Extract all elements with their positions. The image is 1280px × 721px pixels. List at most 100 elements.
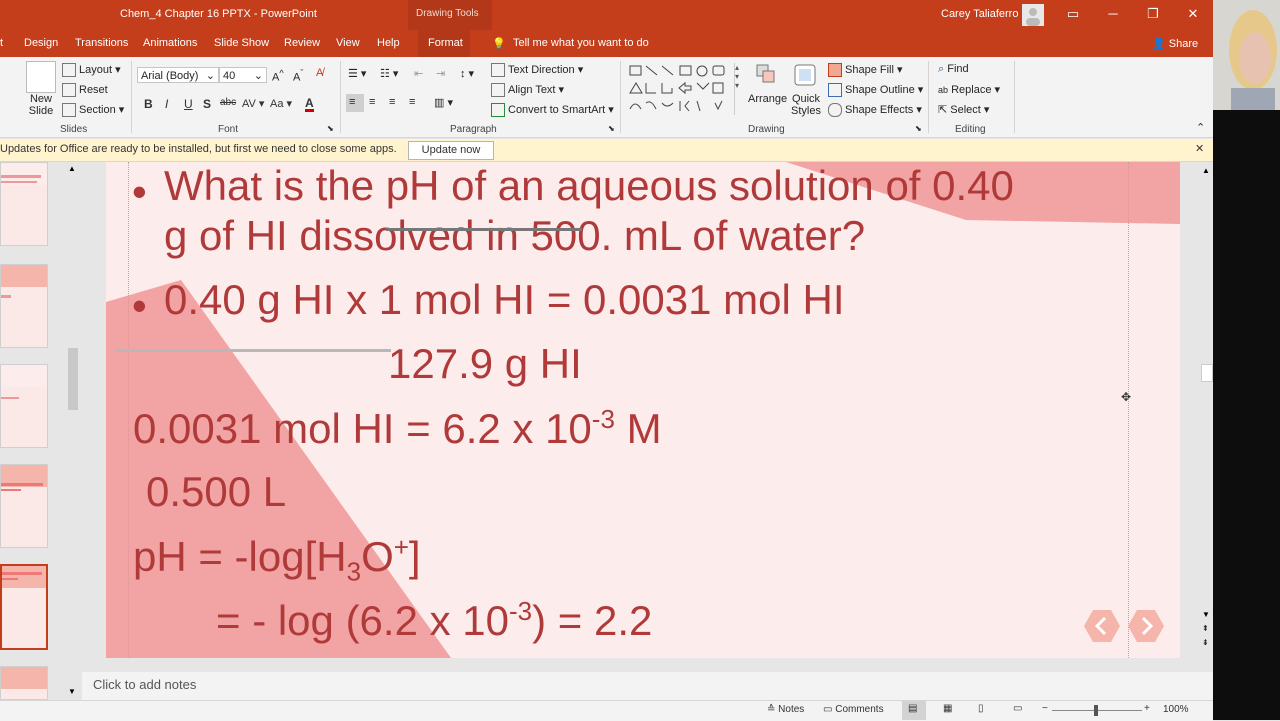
editor-scrollbar[interactable]: ▲ ▼ ⇞ ⇟	[1199, 162, 1213, 652]
shrink-font-icon[interactable]: Aˇ	[293, 68, 303, 84]
spacing-button[interactable]: AV ▾	[242, 97, 264, 110]
zoom-out-icon[interactable]: −	[1042, 703, 1048, 714]
strikethrough-button[interactable]: abc	[220, 97, 236, 108]
quick-styles-button[interactable]: Quick Styles	[789, 93, 823, 117]
text-direction-button[interactable]: Text Direction ▾	[491, 63, 583, 78]
volume-line[interactable]: 0.500 L	[146, 468, 286, 516]
avatar[interactable]	[1022, 4, 1044, 26]
increase-indent-icon[interactable]: ⇥	[436, 67, 445, 80]
scroll-up-icon[interactable]: ▲	[1202, 166, 1210, 175]
scroll-thumb[interactable]	[68, 348, 78, 410]
grow-font-icon[interactable]: A^	[272, 68, 284, 84]
minimize-button[interactable]: ─	[1098, 4, 1128, 24]
align-text-button[interactable]: Align Text ▾	[491, 83, 564, 98]
font-size-combo[interactable]: 40 ⌄	[219, 67, 267, 83]
dialog-launcher-icon[interactable]: ⬊	[915, 124, 922, 133]
calc-line-2[interactable]: 127.9 g HI	[388, 340, 582, 388]
scroll-down-icon[interactable]: ▼	[68, 687, 76, 696]
tab-slide-show[interactable]: Slide Show	[214, 37, 269, 49]
tab-design[interactable]: Design	[24, 37, 58, 49]
slide-sorter-icon[interactable]: ▦	[943, 703, 952, 714]
molarity-line[interactable]: 0.0031 mol HI = 6.2 x 10-3 M	[133, 404, 662, 453]
change-case-button[interactable]: Aa ▾	[270, 97, 292, 110]
restore-button[interactable]: ❐	[1138, 4, 1168, 24]
underline-button[interactable]: U	[184, 97, 193, 111]
next-slide-nav-icon[interactable]: ⇟	[1202, 638, 1209, 647]
calc-line-1[interactable]: 0.40 g HI x 1 mol HI = 0.0031 mol HI	[164, 276, 845, 324]
shape-outline-button[interactable]: Shape Outline ▾	[828, 83, 923, 98]
find-button[interactable]: ⌕ Find	[938, 63, 969, 76]
notes-placeholder[interactable]: Click to add notes	[93, 677, 196, 692]
zoom-level[interactable]: 100%	[1163, 704, 1189, 715]
slide-thumbnail[interactable]	[0, 464, 48, 548]
justify-icon[interactable]: ≡	[409, 96, 415, 108]
notes-pane[interactable]: Click to add notes	[82, 672, 1213, 700]
zoom-in-icon[interactable]: +	[1144, 703, 1150, 714]
shadow-button[interactable]: S	[203, 97, 211, 111]
slide-thumbnail[interactable]	[0, 264, 48, 348]
font-name-combo[interactable]: Arial (Body) ⌄	[137, 67, 219, 83]
next-slide-icon[interactable]	[1128, 608, 1164, 644]
tab-view[interactable]: View	[336, 37, 360, 49]
thumbnail-scrollbar[interactable]: ▲ ▼	[67, 162, 79, 700]
line-spacing-icon[interactable]: ↕ ▾	[460, 67, 474, 80]
layout-button[interactable]: Layout ▾	[62, 63, 121, 78]
italic-button[interactable]: I	[165, 97, 168, 111]
slide-thumbnail[interactable]	[0, 364, 48, 448]
new-slide-icon[interactable]	[26, 61, 56, 93]
decrease-indent-icon[interactable]: ⇤	[414, 67, 423, 80]
question-line-2[interactable]: g of HI dissolved in 500. mL of water?	[164, 212, 865, 260]
close-icon[interactable]: ✕	[1195, 142, 1204, 155]
columns-icon[interactable]: ▥ ▾	[434, 96, 453, 109]
dialog-launcher-icon[interactable]: ⬊	[608, 124, 615, 133]
tab-review[interactable]: Review	[284, 37, 320, 49]
previous-slide-nav-icon[interactable]: ⇞	[1202, 624, 1209, 633]
replace-button[interactable]: ab Replace ▾	[938, 83, 1000, 96]
ribbon-display-icon[interactable]: ▭	[1058, 4, 1088, 24]
new-slide-button[interactable]: New Slide	[24, 93, 58, 117]
slide-canvas[interactable]: • What is the pH of an aqueous solution …	[106, 162, 1180, 658]
numbering-icon[interactable]: ☷ ▾	[380, 67, 398, 80]
slide-thumbnail[interactable]	[0, 666, 48, 700]
notes-button[interactable]: ≙ Notes	[767, 704, 804, 715]
update-now-button[interactable]: Update now	[408, 141, 494, 160]
zoom-slider-handle[interactable]	[1094, 705, 1098, 716]
font-color-button[interactable]: A	[305, 97, 314, 112]
tab-format[interactable]: Format	[418, 30, 470, 57]
normal-view-button[interactable]: ▤	[902, 701, 926, 720]
gallery-scroll[interactable]: ▴ ▾ ▾	[734, 63, 743, 115]
bold-button[interactable]: B	[144, 97, 153, 111]
arrange-button[interactable]: Arrange	[748, 93, 787, 105]
clear-format-icon[interactable]: A̸	[316, 67, 323, 79]
ph-formula-line[interactable]: pH = -log[H3O+]	[133, 532, 421, 587]
scroll-thumb[interactable]	[1201, 364, 1213, 382]
tell-me-search[interactable]: Tell me what you want to do	[513, 37, 649, 49]
user-name[interactable]: Carey Taliaferro	[941, 8, 1018, 20]
align-center-icon[interactable]: ≡	[369, 96, 375, 108]
share-button[interactable]: 👤 Share	[1152, 37, 1198, 50]
bullets-icon[interactable]: ☰ ▾	[348, 67, 366, 80]
convert-smartart-button[interactable]: Convert to SmartArt ▾	[491, 103, 614, 118]
align-left-button[interactable]: ≡	[346, 94, 364, 112]
tab-partial[interactable]: t	[0, 37, 3, 49]
slide-thumbnail[interactable]	[0, 162, 48, 246]
previous-slide-icon[interactable]	[1084, 608, 1120, 644]
align-right-icon[interactable]: ≡	[389, 96, 395, 108]
section-button[interactable]: Section ▾	[62, 103, 124, 118]
slide-show-icon[interactable]: ▭	[1013, 703, 1022, 714]
reading-view-icon[interactable]: ▯	[978, 703, 984, 714]
close-button[interactable]: ✕	[1178, 4, 1208, 24]
reset-button[interactable]: Reset	[62, 83, 108, 97]
ph-result-line[interactable]: = - log (6.2 x 10-3) = 2.2	[216, 596, 652, 645]
select-button[interactable]: ⇱ Select ▾	[938, 103, 989, 116]
question-line-1[interactable]: What is the pH of an aqueous solution of…	[164, 162, 1014, 210]
tab-help[interactable]: Help	[377, 37, 400, 49]
comments-button[interactable]: ▭ Comments	[823, 704, 884, 715]
dialog-launcher-icon[interactable]: ⬊	[327, 124, 334, 133]
shape-effects-button[interactable]: Shape Effects ▾	[828, 103, 922, 118]
tab-transitions[interactable]: Transitions	[75, 37, 128, 49]
scroll-up-icon[interactable]: ▲	[68, 164, 76, 173]
collapse-ribbon-icon[interactable]: ⌃	[1196, 121, 1205, 134]
shape-fill-button[interactable]: Shape Fill ▾	[828, 63, 903, 78]
slide-thumbnail-selected[interactable]	[0, 564, 48, 650]
